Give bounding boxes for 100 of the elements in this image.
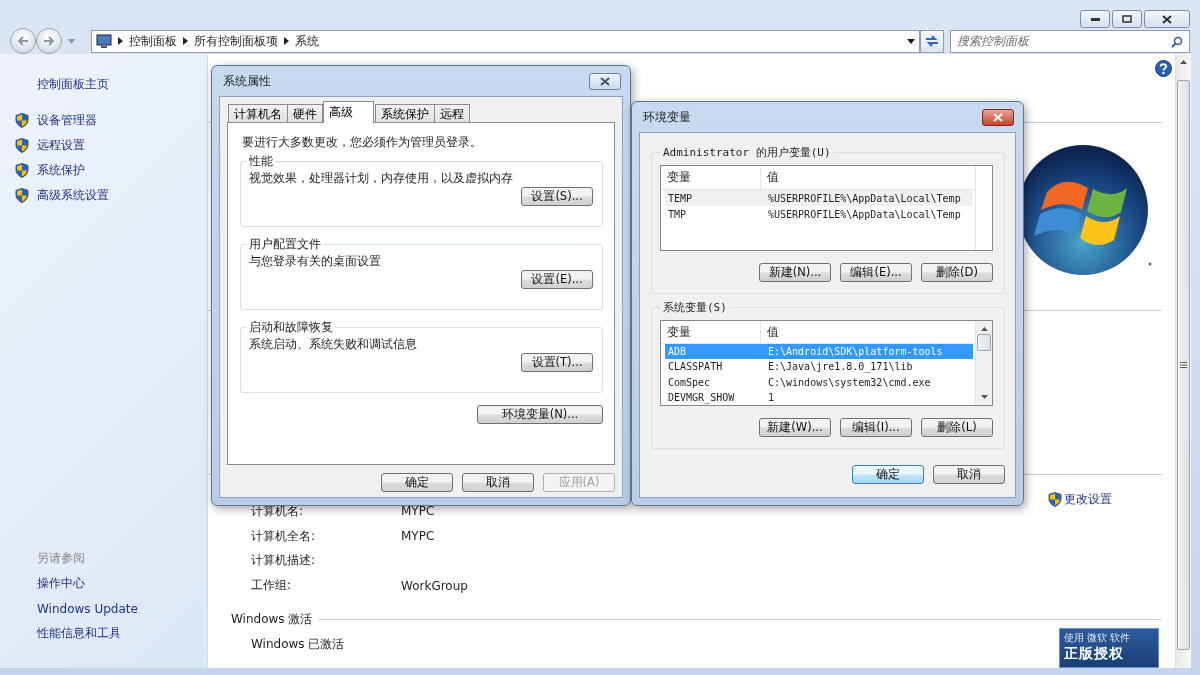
shield-icon [15, 138, 29, 153]
settings-button[interactable]: 设置(E)... [521, 270, 593, 289]
column-header[interactable]: 值 [761, 321, 975, 343]
shield-icon [15, 113, 29, 128]
sidebar-link[interactable]: Windows Update [0, 596, 207, 621]
refresh-button[interactable] [920, 29, 944, 53]
list-action-button[interactable]: 新建(N)... [759, 263, 831, 282]
field-value: MYPC [401, 529, 435, 544]
list-row[interactable]: TMP %USERPROFILE%\AppData\Local\Temp [665, 206, 973, 222]
sidebar-item[interactable]: 高级系统设置 [0, 183, 207, 208]
group-title: 用户配置文件 [248, 237, 322, 251]
dialog-title: 环境变量 [643, 108, 691, 126]
close-button[interactable] [982, 108, 1014, 126]
badge-text: 微软 [1087, 631, 1107, 645]
list-row[interactable]: DEVMGR_SHOW 1 [665, 389, 973, 405]
group-description: 系统启动、系统失败和调试信息 [249, 336, 418, 353]
list-row[interactable]: ComSpec C:\windows\system32\cmd.exe [665, 374, 973, 390]
dialog-button[interactable]: 取消 [462, 473, 534, 492]
back-icon [17, 36, 29, 46]
group-description: 视觉效果，处理器计划，内存使用，以及虚拟内存 [249, 170, 514, 187]
shield-icon [15, 188, 29, 203]
sidebar-link[interactable]: 操作中心 [0, 571, 207, 596]
sidebar-link[interactable]: 性能信息和工具 [0, 621, 207, 646]
badge-text: 软件 [1110, 631, 1130, 645]
breadcrumb-item[interactable]: 系统 [295, 32, 319, 50]
environment-variables-button[interactable]: 环境变量(N)... [477, 405, 603, 424]
close-icon [600, 76, 610, 86]
caret-icon [907, 38, 915, 44]
scrollbar[interactable] [1175, 54, 1191, 668]
close-icon [993, 112, 1003, 122]
field-label: 工作组: [251, 577, 293, 595]
section-title: Windows 激活 [231, 610, 313, 628]
group-title: Administrator 的用户变量(U) [662, 145, 832, 160]
field-label: 计算机名: [251, 502, 305, 520]
breadcrumb-item[interactable]: 控制面板 [129, 32, 177, 50]
breadcrumb-item[interactable]: 所有控制面板项 [194, 32, 278, 50]
list-action-button[interactable]: 删除(D) [921, 263, 993, 282]
close-button[interactable] [1144, 10, 1190, 28]
search-icon[interactable] [1171, 35, 1183, 48]
close-button[interactable] [589, 72, 621, 90]
forward-button[interactable] [36, 28, 62, 54]
notice-text: 要进行大多数更改，您必须作为管理员登录。 [242, 134, 483, 151]
minimize-icon [1090, 17, 1100, 21]
variable-list[interactable]: 变量 值 TEMP %USERPROFILE%\AppData\Local\Temp TMP %USERPROFILE%\AppData\Local\Temp [660, 165, 993, 251]
list-action-button[interactable]: 删除(L) [921, 418, 993, 437]
column-header[interactable]: 变量 [661, 166, 761, 189]
field-value: MYPC [401, 504, 435, 519]
dialog-button[interactable]: 确定 [852, 465, 924, 484]
settings-button[interactable]: 设置(T)... [521, 353, 593, 372]
chevron-icon [118, 37, 123, 45]
column-header[interactable]: 变量 [661, 321, 761, 343]
sidebar-home-link[interactable]: 控制面板主页 [0, 72, 207, 97]
list-row[interactable]: TEMP %USERPROFILE%\AppData\Local\Temp [665, 190, 973, 206]
close-icon [1162, 14, 1172, 24]
refresh-icon [925, 35, 939, 47]
sidebar-item[interactable]: 系统保护 [0, 158, 207, 183]
restore-icon [1122, 15, 1132, 23]
column-header[interactable]: 值 [761, 166, 975, 189]
address-bar[interactable]: 控制面板 所有控制面板项 系统 [91, 29, 920, 53]
scroll-up-icon [980, 327, 988, 331]
list-action-button[interactable]: 编辑(E)... [840, 263, 912, 282]
list-row[interactable]: CLASSPATH E:\Java\jre1.8.0_171\lib [665, 359, 973, 375]
change-settings-link[interactable]: 更改设置 [1048, 490, 1112, 508]
scrollbar-thumb[interactable] [977, 334, 991, 351]
sidebar-item[interactable]: 设备管理器 [0, 108, 207, 133]
chevron-icon [284, 37, 289, 45]
forward-icon [43, 36, 55, 46]
tab[interactable]: 高级 [323, 101, 374, 123]
chevron-icon [183, 37, 188, 45]
scrollbar[interactable] [975, 321, 992, 405]
scrollbar-thumb[interactable] [1177, 80, 1190, 650]
dialog-button[interactable]: 确定 [381, 473, 453, 492]
badge-title: 正版授权 [1064, 645, 1125, 661]
maximize-button[interactable] [1112, 10, 1142, 28]
settings-button[interactable]: 设置(S)... [521, 187, 593, 206]
group-title: 性能 [248, 154, 274, 168]
dialog-button[interactable]: 取消 [933, 465, 1005, 484]
group-title: 启动和故障恢复 [248, 320, 334, 334]
sidebar-item[interactable]: 远程设置 [0, 133, 207, 158]
badge-text: 使用 [1064, 631, 1084, 645]
list-action-button[interactable]: 编辑(I)... [840, 418, 912, 437]
field-value: WorkGroup [401, 578, 468, 593]
shield-icon [15, 163, 29, 178]
scroll-up-icon [1180, 60, 1187, 64]
variable-list[interactable]: 变量 值 ADB E:\Android\SDK\platform-tools CLASSPATH E:\Java\jre1.8.0_171\lib ComSpec C:\windows\system32\cmd.exe DEVMGR_SHOW 1 [660, 320, 993, 406]
computer-icon [96, 33, 112, 49]
scroll-down-icon [980, 395, 988, 399]
field-label: 计算机描述: [251, 552, 317, 570]
help-icon[interactable] [1155, 60, 1172, 77]
grip-icon [1180, 362, 1187, 368]
minimize-button[interactable] [1080, 10, 1110, 28]
search-field[interactable]: 搜索控制面板 [950, 29, 1190, 53]
shield-icon [1048, 491, 1062, 507]
activation-status: Windows 已激活 [251, 636, 345, 653]
see-also-heading: 另请参阅 [36, 550, 86, 567]
group-title: 系统变量(S) [662, 300, 728, 315]
field-label: 计算机全名: [251, 527, 317, 545]
list-action-button[interactable]: 新建(W)... [759, 418, 831, 437]
dialog-title: 系统属性 [223, 72, 271, 90]
back-button[interactable] [10, 28, 36, 54]
